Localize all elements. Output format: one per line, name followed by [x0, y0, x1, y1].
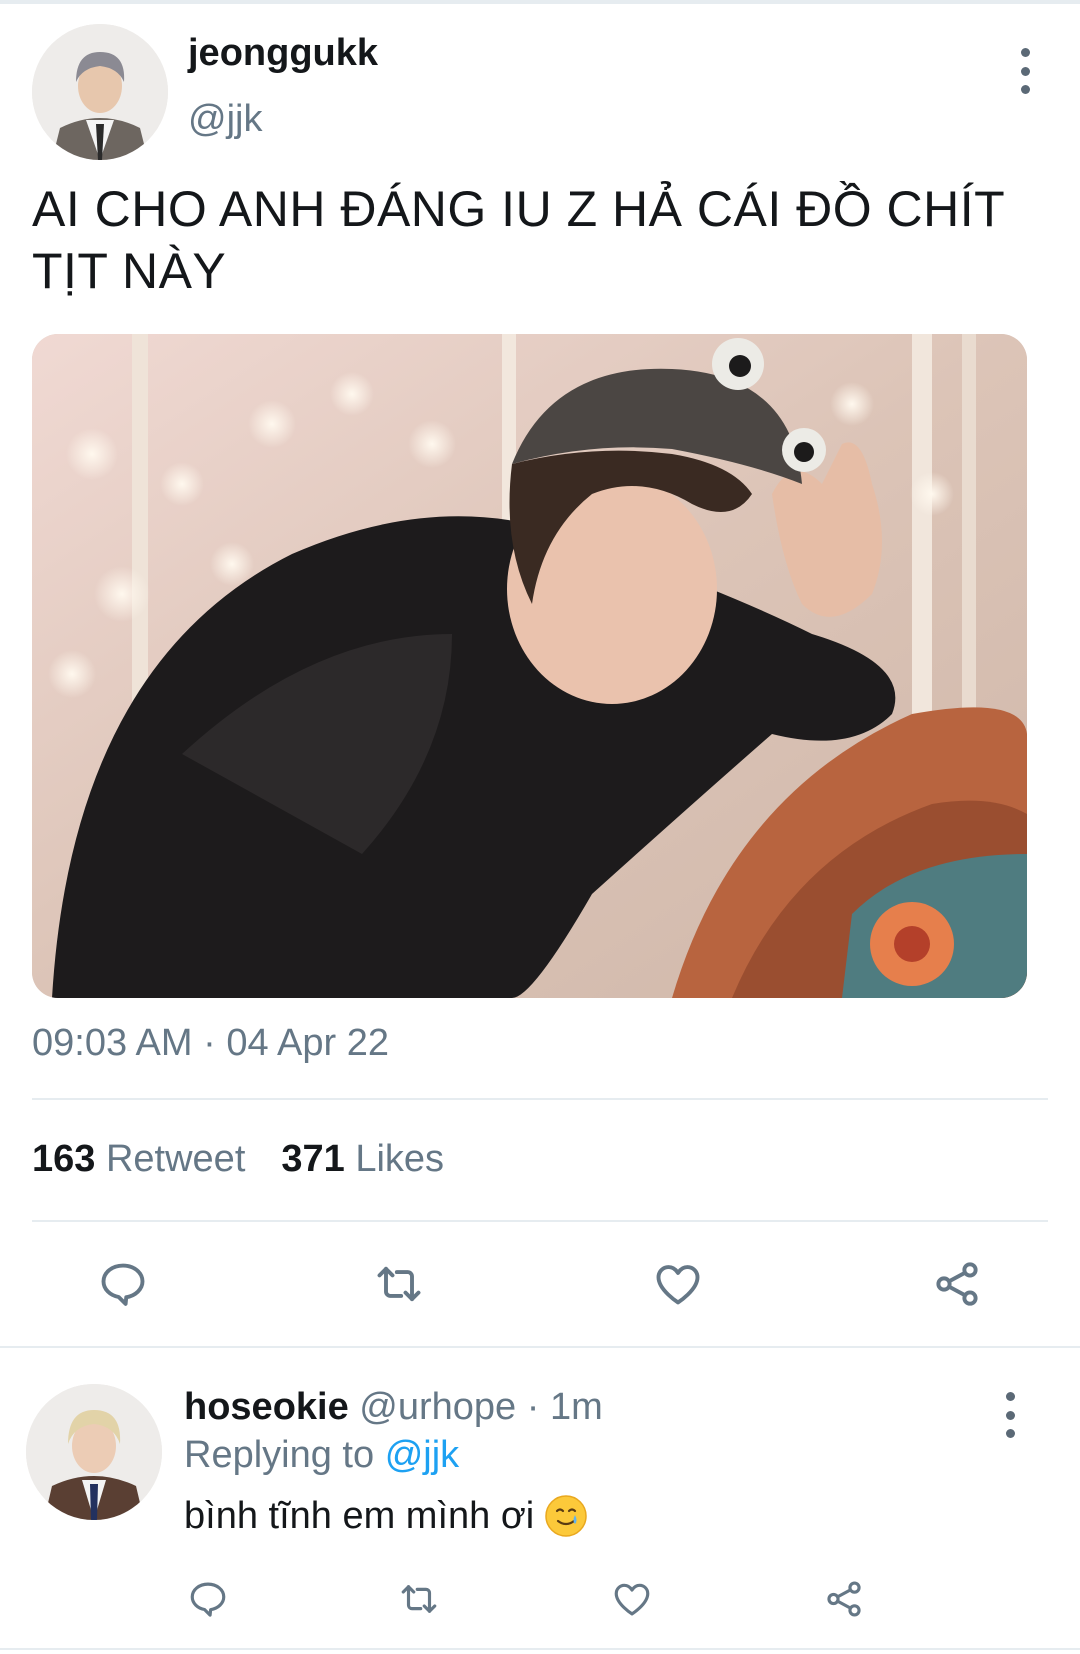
divider-before-reply — [0, 1346, 1080, 1348]
reply-more-icon[interactable] — [995, 1392, 1025, 1438]
reply-author-handle[interactable]: @urhope — [359, 1386, 516, 1428]
reply-separator: · — [526, 1386, 540, 1428]
retweet-stat[interactable]: 163 Retweet — [32, 1138, 245, 1181]
share-icon[interactable] — [931, 1258, 983, 1310]
heart-icon[interactable] — [652, 1258, 704, 1310]
tweet-photo[interactable] — [32, 334, 1027, 998]
tweet-stats: 163 Retweet 371 Likes — [32, 1138, 444, 1181]
reply-share-icon[interactable] — [823, 1578, 865, 1620]
like-label: Likes — [355, 1138, 445, 1180]
reply-header: hoseokie @urhope · 1m — [184, 1386, 603, 1429]
reply-text: bình tĩnh em mình ơi — [184, 1494, 588, 1538]
bottom-divider — [0, 1648, 1080, 1650]
reply-icon[interactable] — [97, 1258, 149, 1310]
divider-after-stats — [32, 1220, 1048, 1222]
like-stat[interactable]: 371 Likes — [281, 1138, 444, 1181]
reply-reply-icon[interactable] — [187, 1578, 229, 1620]
replying-to-prefix: Replying to — [184, 1434, 375, 1476]
more-icon[interactable] — [1010, 48, 1040, 94]
reply-author-name[interactable]: hoseokie — [184, 1386, 349, 1428]
reply-time: 1m — [549, 1386, 603, 1428]
tweet-text: AI CHO ANH ĐÁNG IU Z HẢ CÁI ĐỒ CHÍT TỊT … — [32, 181, 1005, 299]
reply-text-content: bình tĩnh em mình ơi — [184, 1494, 535, 1537]
replying-to: Replying to @jjk — [184, 1434, 459, 1477]
divider-after-timestamp — [32, 1098, 1048, 1100]
reply-retweet-icon[interactable] — [398, 1578, 440, 1620]
tweet-timestamp: 09:03 AM · 04 Apr 22 — [32, 1022, 390, 1064]
author-name[interactable]: jeonggukk — [188, 32, 378, 75]
retweet-count: 163 — [32, 1138, 96, 1180]
top-divider — [0, 0, 1080, 4]
replying-to-mention[interactable]: @jjk — [385, 1434, 459, 1476]
retweet-icon[interactable] — [373, 1258, 425, 1310]
author-avatar[interactable] — [32, 24, 168, 160]
reply-author-avatar[interactable] — [26, 1384, 162, 1520]
like-count: 371 — [281, 1138, 345, 1180]
reply-heart-icon[interactable] — [611, 1578, 653, 1620]
smiling-face-with-tear-emoji — [545, 1495, 587, 1537]
retweet-label: Retweet — [105, 1138, 246, 1180]
author-handle[interactable]: @jjk — [188, 98, 262, 141]
